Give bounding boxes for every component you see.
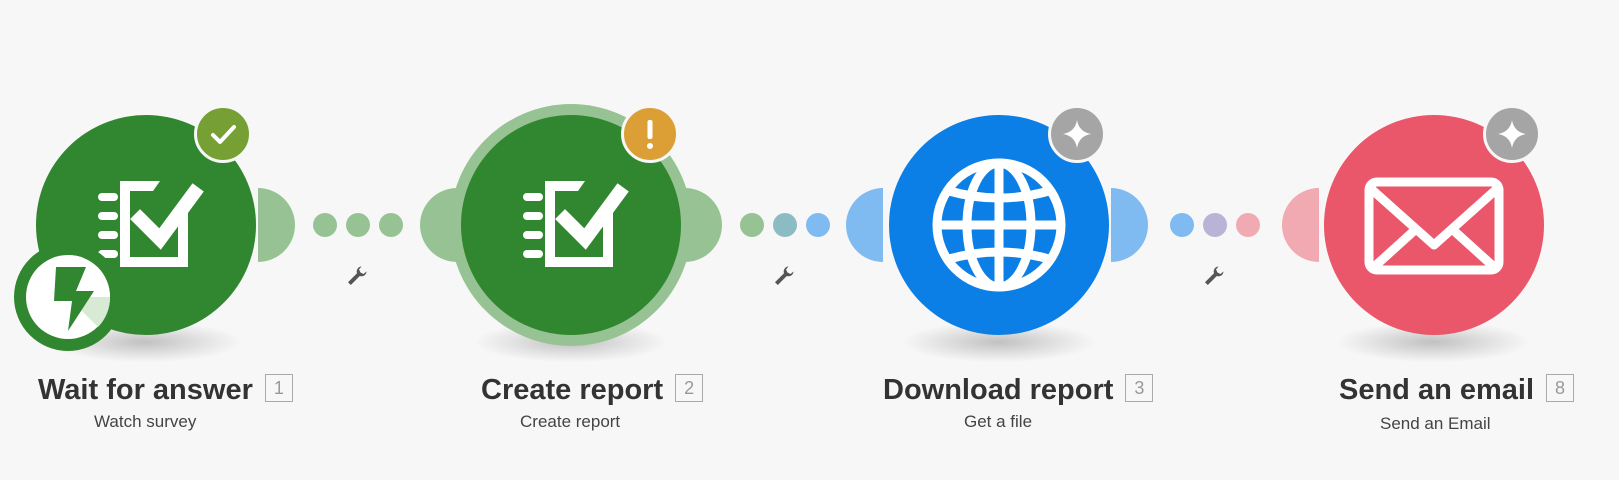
warning-icon: [647, 120, 653, 149]
module-8-subtitle: Send an Email: [1380, 414, 1491, 433]
module-1-trigger-badge[interactable]: [14, 243, 122, 351]
module-3-title-text: Download report: [883, 374, 1114, 406]
module-3-title[interactable]: Download report 3: [883, 373, 1154, 407]
module-2-title[interactable]: Create report 2: [481, 373, 704, 407]
module-1-number: 1: [264, 374, 293, 403]
wrench-icon: [1205, 266, 1224, 285]
route-3-8-dot[interactable]: [1203, 213, 1227, 237]
route-3-8-wrench-icon[interactable]: [1202, 264, 1226, 288]
route-2-3-dot[interactable]: [806, 213, 830, 237]
module-1-title[interactable]: Wait for answer 1: [38, 373, 293, 407]
module-8-title-text: Send an email: [1339, 374, 1535, 406]
module-3-number: 3: [1125, 374, 1154, 403]
module-1-status-badge: [194, 105, 252, 163]
lightning-bolt-icon: [26, 255, 111, 339]
module-8-number: 8: [1546, 374, 1575, 403]
route-1-2-dot[interactable]: [346, 213, 370, 237]
module-8-title[interactable]: Send an email 8: [1339, 373, 1575, 407]
route-2-3-dot[interactable]: [740, 213, 764, 237]
module-1-subtitle: Watch survey: [94, 412, 197, 431]
route-1-2-wrench-icon[interactable]: [345, 264, 369, 288]
module-3-subtitle: Get a file: [964, 412, 1033, 431]
module-1-title-text: Wait for answer: [38, 374, 253, 406]
sparkle-icon: [1063, 120, 1091, 148]
route-3-8-dot[interactable]: [1170, 213, 1194, 237]
sparkle-icon: [1498, 120, 1526, 148]
module-8-status-badge: [1483, 105, 1541, 163]
route-1-2-dot[interactable]: [313, 213, 337, 237]
module-2-subtitle: Create report: [520, 412, 621, 431]
module-2-title-text: Create report: [481, 374, 664, 406]
module-2-status-badge: [621, 105, 679, 163]
route-2-3-wrench-icon[interactable]: [772, 264, 796, 288]
wrench-icon: [348, 266, 367, 285]
route-2-3-dot[interactable]: [773, 213, 797, 237]
module-3-status-badge: [1048, 105, 1106, 163]
scenario-canvas[interactable]: Wait for answer 1 Watch survey Create rep…: [0, 0, 1619, 480]
wrench-icon: [775, 266, 794, 285]
module-2-number: 2: [675, 374, 704, 403]
route-3-8-dot[interactable]: [1236, 213, 1260, 237]
route-1-2-dot[interactable]: [379, 213, 403, 237]
check-icon: [211, 125, 236, 144]
